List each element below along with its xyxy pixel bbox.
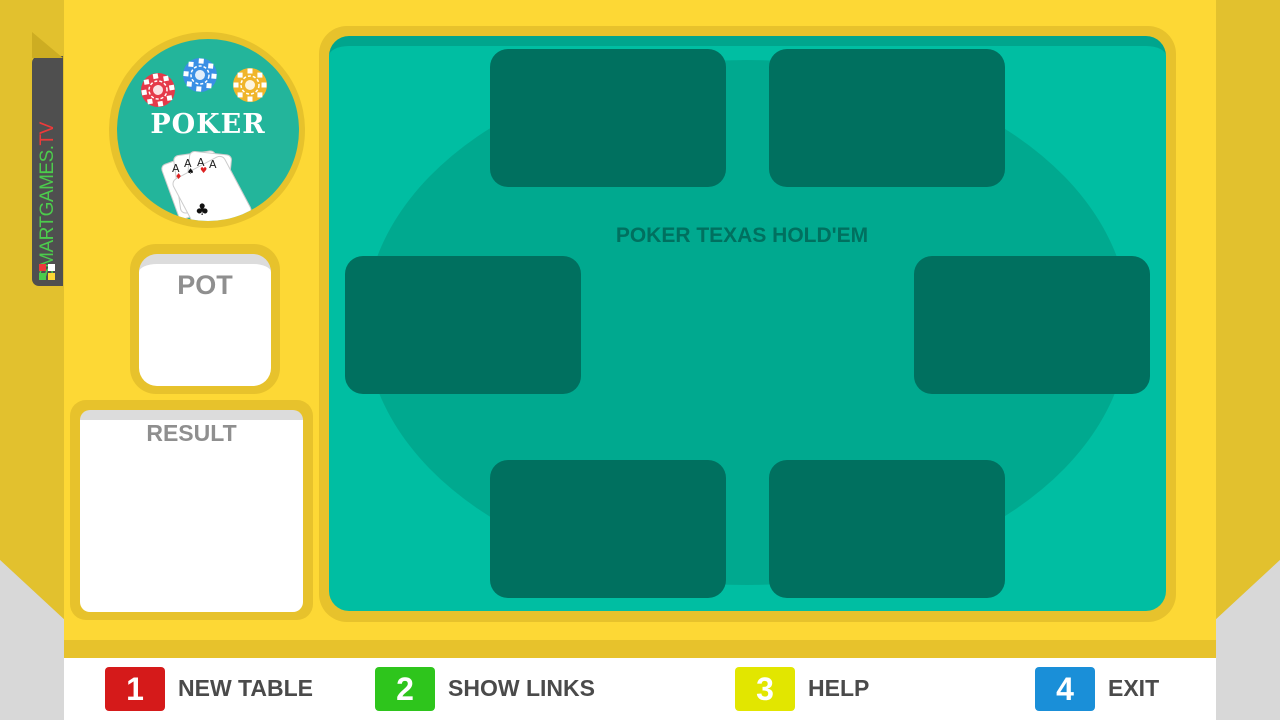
- show-links-key[interactable]: 2: [375, 667, 435, 711]
- svg-text:♠: ♠: [187, 167, 194, 176]
- seat-left[interactable]: [345, 256, 581, 394]
- svg-text:♣: ♣: [195, 200, 209, 219]
- table-title: POKER TEXAS HOLD'EM: [615, 224, 869, 247]
- panel-shadow: [64, 640, 1216, 658]
- brand-suffix: TV: [37, 122, 58, 146]
- poker-chip: [141, 73, 175, 107]
- seat-bottom-left[interactable]: [490, 460, 726, 598]
- exit-key[interactable]: 4: [1035, 667, 1095, 711]
- seat-right[interactable]: [914, 256, 1150, 394]
- seat-bottom-right[interactable]: [769, 460, 1005, 598]
- poker-logo-title: POKER: [150, 109, 266, 140]
- exit-button[interactable]: EXIT: [1108, 675, 1159, 702]
- poker-chip: [233, 68, 267, 102]
- seat-top-right[interactable]: [769, 49, 1005, 187]
- help-button[interactable]: HELP: [808, 675, 869, 702]
- smartgames-logo-icon: [39, 264, 55, 280]
- poker-chip: [183, 58, 217, 92]
- left-frame-corner: [0, 560, 64, 720]
- show-links-button[interactable]: SHOW LINKS: [448, 675, 595, 702]
- new-table-button[interactable]: NEW TABLE: [178, 675, 313, 702]
- new-table-key[interactable]: 1: [105, 667, 165, 711]
- svg-text:♥: ♥: [200, 166, 207, 175]
- result-label: RESULT: [146, 420, 237, 446]
- svg-text:A: A: [209, 158, 217, 171]
- right-frame: [1216, 0, 1280, 720]
- poker-logo: A A A A ♣ ♦ ♠ ♥ POKER: [117, 39, 299, 221]
- right-frame-corner: [1216, 560, 1280, 720]
- brand-name: SMARTGAMES.: [37, 145, 58, 280]
- svg-text:♦: ♦: [175, 172, 182, 181]
- smartgames-brand-text: SMARTGAMES.TV: [37, 122, 58, 280]
- seat-top-left[interactable]: [490, 49, 726, 187]
- playing-cards-icon: A A A A ♣ ♦ ♠ ♥: [161, 150, 252, 221]
- help-key[interactable]: 3: [735, 667, 795, 711]
- pot-label: POT: [177, 270, 233, 300]
